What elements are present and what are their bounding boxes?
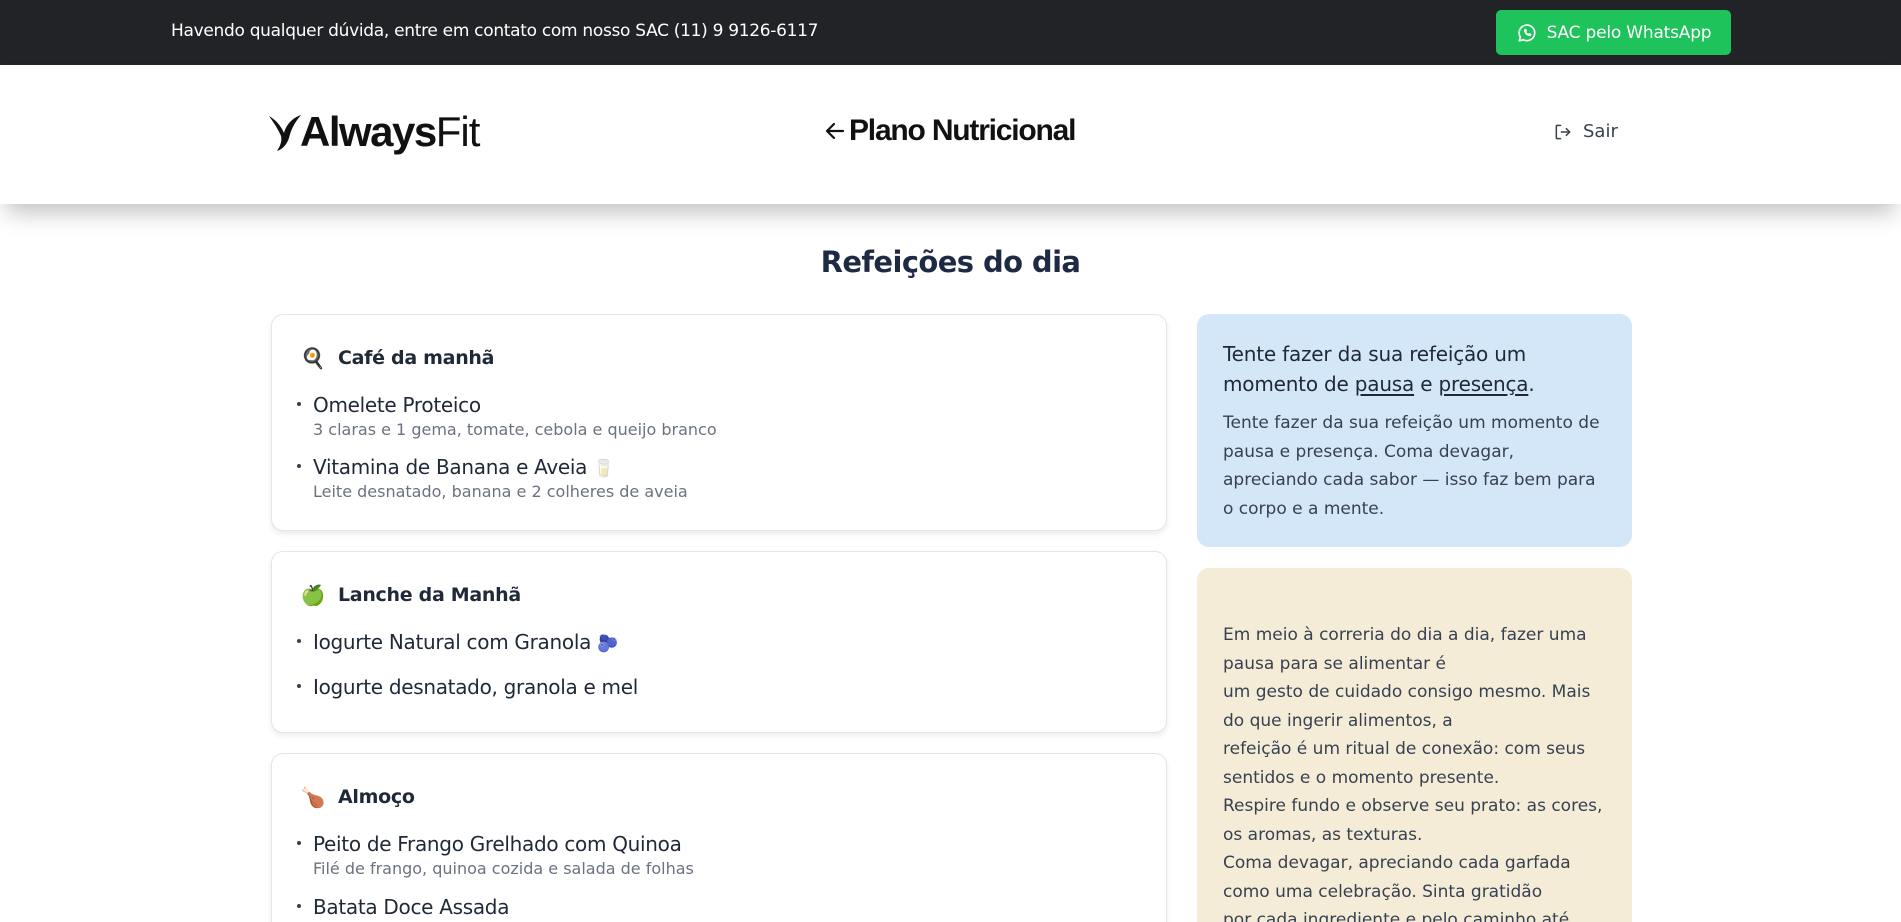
whatsapp-sac-button[interactable]: SAC pelo WhatsApp <box>1496 10 1731 55</box>
meal-item: Iogurte desnatado, granola e mel <box>297 675 638 699</box>
item-name: Iogurte desnatado, granola e mel <box>313 675 638 699</box>
meal-item: Vitamina de Banana e Aveia 🥛 Leite desnat… <box>297 455 688 501</box>
meal-item: Peito de Frango Grelhado com Quinoa Filé… <box>297 832 694 878</box>
meal-item: Batata Doce Assada <box>297 895 510 919</box>
logout-label: Sair <box>1583 121 1618 142</box>
meal-header: 🍏 Lanche da Manhã <box>300 582 522 608</box>
section-title: Refeições do dia <box>820 245 1081 279</box>
whatsapp-button-label: SAC pelo WhatsApp <box>1546 22 1712 43</box>
arrow-left-icon[interactable] <box>823 119 847 143</box>
logout-icon <box>1555 124 1571 139</box>
frying-pan-icon: 🍳 <box>300 346 326 370</box>
reflection-line: por cada ingrediente e pelo caminho até … <box>1223 910 1570 922</box>
meal-card-lunch: 🍗 Almoço Peito de Frango Grelhado com Qu… <box>271 753 1167 922</box>
meal-header: 🍳 Café da manhã <box>300 345 495 371</box>
logout-button[interactable]: Sair <box>1553 121 1618 142</box>
reflection-line: refeição é um ritual de conexão: com seu… <box>1223 739 1586 788</box>
chicken-leg-icon: 🍗 <box>300 785 326 809</box>
meal-item: Omelete Proteico 3 claras e 1 gema, toma… <box>297 393 717 439</box>
reflection-line: Em meio à correria do dia a dia, fazer u… <box>1223 625 1587 674</box>
meal-title: Almoço <box>338 786 415 808</box>
support-text: Havendo qualquer dúvida, entre em contat… <box>171 21 819 41</box>
green-apple-icon: 🍏 <box>300 583 326 607</box>
item-name: Omelete Proteico <box>313 393 481 417</box>
meal-card-breakfast: 🍳 Café da manhã Omelete Proteico 3 clara… <box>271 314 1167 531</box>
bird-logo-icon <box>269 115 301 151</box>
item-name: Vitamina de Banana e Aveia 🥛 <box>313 455 614 479</box>
milk-glass-icon: 🥛 <box>593 459 614 479</box>
reflection-line: Coma devagar, apreciando cada garfada co… <box>1223 853 1571 902</box>
bullet <box>297 904 301 908</box>
blueberries-icon: 🫐 <box>597 634 618 654</box>
bullet <box>297 464 301 468</box>
item-name: Peito de Frango Grelhado com Quinoa <box>313 832 682 856</box>
reflection-card: Em meio à correria do dia a dia, fazer u… <box>1197 568 1632 922</box>
mindful-eating-tip-card: Tente fazer da sua refeição um momento d… <box>1197 314 1632 547</box>
tip-word-pausa: pausa <box>1354 372 1415 396</box>
bullet <box>297 402 301 406</box>
item-description: Leite desnatado, banana e 2 colheres de … <box>313 482 688 501</box>
bullet <box>297 841 301 845</box>
reflection-line: um gesto de cuidado consigo mesmo. Mais … <box>1223 682 1591 731</box>
bullet <box>297 639 301 643</box>
meal-title: Café da manhã <box>338 347 495 369</box>
page-title: Plano Nutricional <box>849 114 1076 147</box>
whatsapp-icon <box>1517 23 1536 42</box>
tip-heading: Tente fazer da sua refeição um momento d… <box>1223 342 1535 396</box>
logo-text-always: Always <box>300 108 437 155</box>
bullet <box>297 684 301 688</box>
reflection-line: Respire fundo e observe seu prato: as co… <box>1223 796 1603 845</box>
item-description: Filé de frango, quinoa cozida e salada d… <box>313 859 694 878</box>
meal-header: 🍗 Almoço <box>300 784 415 810</box>
support-bar: Havendo qualquer dúvida, entre em contat… <box>0 0 1901 65</box>
logo-text-fit: Fit <box>435 108 481 155</box>
tip-word-presenca: presença <box>1438 372 1529 396</box>
item-name: Batata Doce Assada <box>313 895 510 919</box>
main-header: Always Fit Plano Nutricional Sair <box>0 65 1901 204</box>
tip-text: Tente fazer da sua refeição um momento d… <box>1223 413 1600 519</box>
back-to-plan[interactable]: Plano Nutricional <box>823 114 1076 148</box>
item-description: 3 claras e 1 gema, tomate, cebola e quei… <box>313 420 717 439</box>
meal-title: Lanche da Manhã <box>338 584 521 606</box>
meal-card-morning-snack: 🍏 Lanche da Manhã Iogurte Natural com Gr… <box>271 551 1167 733</box>
item-name: Iogurte Natural com Granola 🫐 <box>313 630 618 654</box>
alwaysfit-logo[interactable]: Always Fit <box>268 108 481 156</box>
meal-item: Iogurte Natural com Granola 🫐 <box>297 630 618 654</box>
